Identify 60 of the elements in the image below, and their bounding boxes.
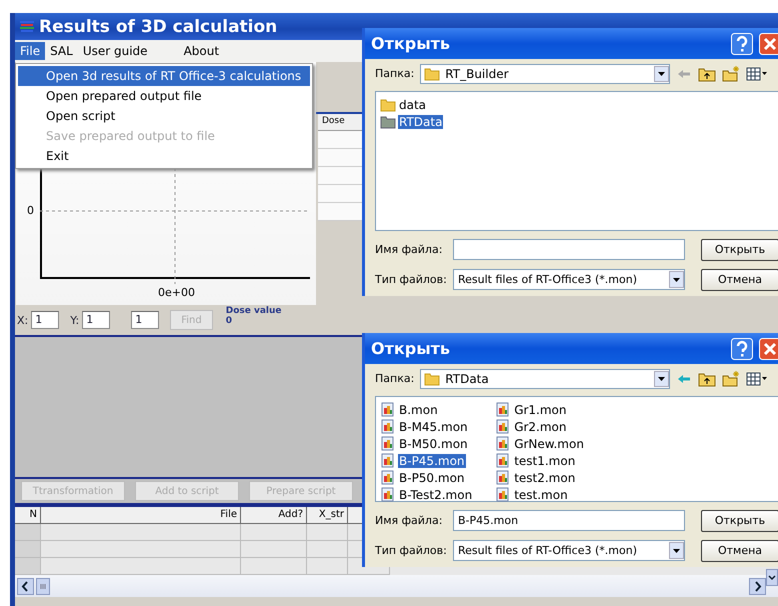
file-type-dropdown[interactable]: Result files of RT-Office3 (*.mon)	[453, 269, 685, 290]
dialog-title: Открыть	[371, 339, 452, 358]
column-header: X_str	[307, 507, 348, 524]
folder-dropdown[interactable]: RT_Builder	[420, 64, 670, 84]
open-button[interactable]: Открыть	[701, 238, 778, 260]
menu-item[interactable]: Open script	[18, 106, 310, 126]
file-list-entry[interactable]: B-Test2.mon	[398, 488, 474, 502]
field-label: Имя файла:	[375, 514, 444, 527]
file-list-entry[interactable]: test2.mon	[513, 470, 576, 484]
menu-item[interactable]: User guide	[78, 42, 153, 60]
field-label: Y:	[70, 314, 80, 326]
file-list[interactable]: data RTData	[375, 91, 778, 231]
file-name-field[interactable]: B-P45.mon	[453, 510, 685, 531]
column-header: Dose	[318, 114, 362, 131]
cancel-button[interactable]: Отмена	[701, 268, 778, 290]
file-list-entry[interactable]: B-P45.mon	[398, 454, 466, 468]
dialog-title: Открыть	[371, 34, 452, 53]
menu-item[interactable]: SAL	[45, 42, 78, 60]
field-label: Тип файлов:	[375, 544, 447, 557]
folder-list-entry[interactable]: RTData	[398, 114, 444, 128]
menu-item[interactable]: Exit	[18, 146, 310, 166]
column-header: Add?	[241, 507, 307, 524]
column-header: File	[41, 507, 241, 524]
y-field[interactable]: 1	[82, 311, 110, 329]
column-header: N	[15, 507, 41, 524]
axis-tick-label: 0e+00	[158, 286, 195, 299]
file-list-entry[interactable]: test.mon	[513, 488, 569, 502]
field-label: Папка:	[375, 67, 414, 80]
field-label: Папка:	[375, 372, 414, 385]
folder-dropdown[interactable]: RTData	[420, 368, 670, 388]
field-label: Имя файла:	[375, 243, 444, 256]
file-list-entry[interactable]: test1.mon	[513, 454, 576, 468]
dose-value-label: Dose value	[226, 306, 282, 316]
file-list-entry[interactable]: GrNew.mon	[513, 436, 585, 450]
file-type-dropdown[interactable]: Result files of RT-Office3 (*.mon)	[453, 540, 685, 561]
file-list-entry[interactable]: B-P50.mon	[398, 470, 466, 484]
menu-item[interactable]: Open prepared output file	[18, 86, 310, 106]
file-list-entry[interactable]: Gr2.mon	[513, 420, 568, 434]
dose-value: 0	[226, 316, 233, 326]
window-title: Results of 3D calculation	[39, 16, 278, 36]
menu-item[interactable]: About	[178, 42, 224, 60]
file-list-entry[interactable]: B-M45.mon	[398, 420, 469, 434]
open-button[interactable]: Открыть	[701, 510, 778, 532]
menu-item[interactable]: File	[15, 42, 46, 60]
file-list-entry[interactable]: Gr1.mon	[513, 402, 568, 416]
cancel-button[interactable]: Отмена	[701, 540, 778, 562]
x-field[interactable]: 1	[31, 311, 60, 329]
file-list-entry[interactable]: B-M50.mon	[398, 436, 469, 450]
file-type-value: Result files of RT-Office3 (*.mon)	[458, 273, 638, 286]
value-field[interactable]: 1	[131, 311, 160, 329]
folder-name: RT_Builder	[445, 66, 510, 80]
field-label: X:	[17, 314, 28, 326]
folder-name: RTData	[445, 372, 490, 386]
file-list[interactable]: B.mon B-M45.mon B-M50.mon B-P45.mon B-P50.mon B-Test2.mon Gr1.mon Gr2.mon GrNew.mon test1.mon test2.mon test.mon	[375, 396, 778, 502]
axis-tick-label: 0	[27, 204, 34, 217]
field-label: Тип файлов:	[375, 273, 447, 286]
menu-item[interactable]: Open 3d results of RT Office-3 calculations	[18, 66, 310, 86]
file-type-value: Result files of RT-Office3 (*.mon)	[458, 544, 638, 557]
file-list-entry[interactable]: B.mon	[398, 402, 439, 416]
folder-list-entry[interactable]: data	[398, 98, 428, 112]
